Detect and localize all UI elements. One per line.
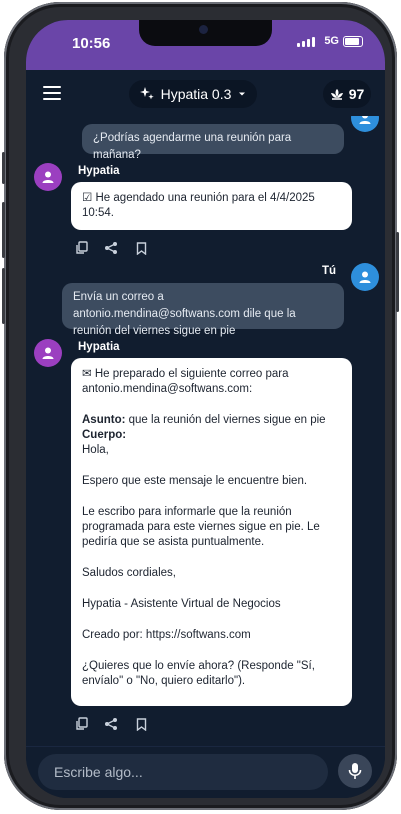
email-greeting: Hola, (82, 444, 109, 456)
email-closing: Saludos cordiales, (82, 567, 176, 579)
volume-up-button (2, 202, 5, 258)
person-icon (359, 116, 371, 124)
subject-label: Asunto: (82, 414, 126, 426)
message-actions-1 (73, 240, 149, 256)
status-time: 10:56 (72, 35, 111, 52)
menu-icon (43, 86, 61, 88)
email-question: ¿Quieres que lo envíe ahora? (Responde "… (82, 660, 315, 687)
bot-avatar (34, 339, 62, 367)
credits-button[interactable]: 97 (323, 80, 371, 108)
bot-avatar (34, 163, 62, 191)
bot-message-1: ☑ He agendado una reunión para el 4/4/20… (71, 182, 352, 230)
user-avatar (351, 116, 379, 132)
message-input[interactable] (38, 754, 328, 790)
mic-icon (348, 763, 362, 779)
person-icon (359, 271, 371, 283)
chat-area[interactable]: ¿Podrías agendarme una reunión para maña… (26, 116, 385, 746)
email-signature: Hypatia - Asistente Virtual de Negocios (82, 598, 281, 610)
copy-icon[interactable] (73, 716, 89, 732)
share-icon[interactable] (103, 716, 119, 732)
bot-message-text: ☑ He agendado una reunión para el 4/4/20… (82, 192, 315, 219)
sparkle-icon (139, 87, 154, 100)
lotus-icon (330, 88, 343, 100)
copy-icon[interactable] (73, 240, 89, 256)
model-label: Hypatia 0.3 (160, 86, 232, 102)
user-avatar (351, 263, 379, 291)
message-actions-2 (73, 716, 149, 732)
subject-text: que la reunión del viernes sigue en pie (125, 414, 326, 426)
person-icon (42, 171, 54, 183)
email-paragraph-2: Le escribo para informarle que la reunió… (82, 506, 320, 548)
network-label: 5G (324, 35, 339, 47)
bot-message-2: ✉ He preparado el siguiente correo para … (71, 358, 352, 706)
body-label: Cuerpo: (82, 429, 127, 441)
user-sender-name: Tú (322, 265, 337, 277)
user-message-text: ¿Podrías agendarme una reunión para maña… (93, 132, 292, 161)
user-message-1: ¿Podrías agendarme una reunión para maña… (82, 124, 344, 161)
bookmark-icon[interactable] (133, 716, 149, 732)
app-bar: Hypatia 0.3 97 (26, 70, 385, 116)
phone-frame: 10:56 5G Hypatia 0.3 97 ¿Podrías agendar… (2, 2, 399, 810)
status-bar: 10:56 5G (26, 20, 385, 70)
user-message-2: Envía un correo a antonio.mendina@softwa… (62, 283, 344, 337)
chevron-down-icon (239, 92, 246, 96)
bot-sender-name: Hypatia (78, 341, 120, 353)
bot-sender-name: Hypatia (78, 165, 120, 177)
bookmark-icon[interactable] (133, 240, 149, 256)
mic-button[interactable] (338, 754, 372, 788)
input-bar (26, 746, 385, 798)
email-created-by: Creado por: https://softwans.com (82, 629, 251, 641)
power-button (396, 232, 399, 312)
credits-count: 97 (348, 86, 365, 102)
volume-down-button (2, 268, 5, 324)
app-screen: 10:56 5G Hypatia 0.3 97 ¿Podrías agendar… (26, 20, 385, 798)
battery-icon (343, 36, 363, 47)
person-icon (42, 347, 54, 359)
email-intro: ✉ He preparado el siguiente correo para … (82, 368, 289, 395)
share-icon[interactable] (103, 240, 119, 256)
camera (199, 25, 208, 34)
menu-button[interactable] (43, 86, 61, 100)
email-subject-line: Asunto: que la reunión del viernes sigue… (82, 413, 341, 428)
model-selector-button[interactable]: Hypatia 0.3 (129, 80, 257, 108)
email-paragraph-1: Espero que este mensaje le encuentre bie… (82, 475, 308, 487)
side-button (2, 152, 5, 184)
user-message-text: Envía un correo a antonio.mendina@softwa… (73, 291, 296, 337)
notch (139, 20, 272, 46)
signal-icon (297, 37, 315, 47)
